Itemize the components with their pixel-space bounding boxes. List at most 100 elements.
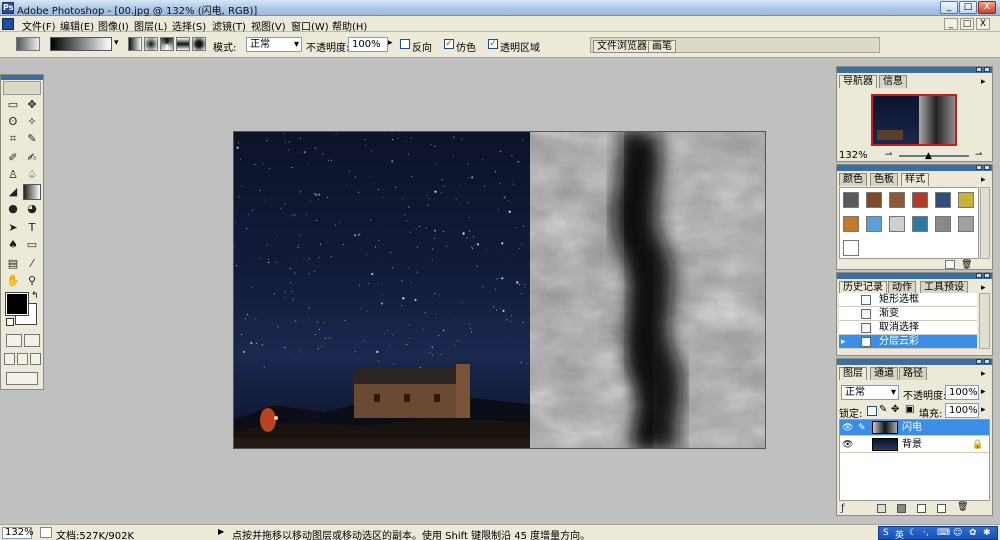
document-size-info[interactable]: 文档:527K/902K (56, 527, 134, 540)
navigator-panel-title-bar[interactable] (837, 67, 992, 73)
panel-close-icon[interactable] (984, 359, 990, 364)
settings-icon[interactable]: ✱ (983, 528, 991, 538)
panel-menu-arrow-icon[interactable]: ▸ (981, 283, 986, 293)
panel-minimize-icon[interactable] (976, 67, 982, 72)
type-tool-icon[interactable]: T (23, 220, 41, 236)
moon-icon[interactable]: ☾ (909, 528, 917, 538)
menu-image[interactable]: 图像(I) (98, 18, 129, 33)
ime-toolbar[interactable]: S 英 ☾ ·, ⌨ ☺ ✿ ✱ (878, 526, 998, 540)
linear-gradient-button[interactable] (128, 37, 142, 51)
clone-stamp-tool-icon[interactable]: ♙ (4, 167, 22, 183)
skin-icon[interactable]: ✿ (969, 528, 977, 538)
dodge-tool-icon[interactable]: ◕ (23, 201, 41, 217)
toolbox-title-bar[interactable] (1, 75, 43, 80)
maximize-button[interactable]: □ (959, 1, 977, 14)
style-swatch[interactable] (889, 192, 905, 208)
move-tool-icon[interactable]: ✥ (23, 97, 41, 113)
gradient-tool-icon[interactable] (23, 184, 41, 200)
full-screen-mode-button[interactable] (30, 353, 41, 365)
zoom-in-icon[interactable]: ⇀ (975, 150, 983, 160)
crop-tool-icon[interactable]: ⌗ (4, 131, 22, 147)
history-item[interactable]: 取消选择 (839, 321, 977, 335)
style-swatch[interactable] (843, 240, 859, 256)
path-selection-tool-icon[interactable]: ➤ (4, 220, 22, 236)
trash-icon[interactable]: 🗑 (961, 260, 972, 270)
new-fill-layer-icon[interactable] (897, 504, 906, 513)
menu-filter[interactable]: 滤镜(T) (212, 18, 246, 33)
history-item[interactable]: 渐变 (839, 307, 977, 321)
lock-paint-icon[interactable]: ✎ (879, 404, 887, 415)
brush-tool-icon[interactable]: ✍ (23, 150, 41, 166)
panel-menu-arrow-icon[interactable]: ▸ (981, 369, 986, 379)
layer-style-icon[interactable]: ƒ (841, 503, 845, 514)
doc-minimize-button[interactable]: _ (944, 18, 958, 30)
zoom-tool-icon[interactable]: ⚲ (23, 273, 41, 289)
default-colors-icon[interactable] (6, 318, 14, 326)
mode-select[interactable]: 正常 ▾ (246, 37, 302, 52)
style-swatch[interactable] (958, 192, 974, 208)
style-swatch[interactable] (958, 216, 974, 232)
pen-tool-icon[interactable]: ♠ (4, 237, 22, 253)
eyedropper-tool-icon[interactable]: ⁄ (23, 256, 41, 272)
slice-tool-icon[interactable]: ✎ (23, 131, 41, 147)
full-screen-menu-mode-button[interactable] (17, 353, 28, 365)
navigator-zoom-value[interactable]: 132% (839, 150, 871, 161)
blend-mode-select[interactable]: 正常 ▾ (841, 385, 899, 400)
style-swatch[interactable] (912, 216, 928, 232)
tab-brushes[interactable]: 画笔 (648, 40, 676, 53)
lock-all-icon[interactable]: ▣ (905, 404, 914, 415)
menu-layer[interactable]: 图层(L) (134, 18, 167, 33)
doc-restore-button[interactable]: □ (960, 18, 974, 30)
panel-close-icon[interactable] (984, 165, 990, 170)
standard-screen-mode-button[interactable] (4, 353, 15, 365)
fill-slider-arrow-icon[interactable]: ▸ (981, 405, 986, 415)
eye-icon[interactable]: 👁 (842, 420, 853, 436)
tab-layers[interactable]: 图层 (839, 367, 867, 380)
document-canvas[interactable] (233, 131, 766, 449)
menu-select[interactable]: 选择(S) (172, 18, 206, 33)
layer-row[interactable]: 👁 背景 🔒 (840, 437, 989, 453)
transparency-checkbox[interactable]: ✓ (488, 39, 498, 49)
keyboard-icon[interactable]: ⌨ (937, 528, 950, 538)
panel-close-icon[interactable] (984, 67, 990, 72)
style-swatch[interactable] (843, 216, 859, 232)
new-layer-icon[interactable] (937, 504, 946, 513)
menu-window[interactable]: 窗口(W) (291, 18, 329, 33)
reverse-checkbox[interactable] (400, 39, 410, 49)
ime-language-label[interactable]: 英 (895, 528, 904, 540)
tab-navigator[interactable]: 导航器 (839, 75, 877, 88)
style-swatch[interactable] (866, 216, 882, 232)
ime-logo-icon[interactable]: S (883, 528, 889, 538)
opacity-slider-arrow-icon[interactable]: ▸ (388, 38, 393, 48)
tool-preset-picker[interactable] (16, 37, 40, 51)
style-swatch[interactable] (935, 216, 951, 232)
lock-move-icon[interactable]: ✥ (891, 404, 899, 415)
styles-panel-title-bar[interactable] (837, 165, 992, 171)
zoom-out-icon[interactable]: ⇀ (885, 150, 893, 160)
user-icon[interactable]: ☺ (953, 528, 962, 538)
notes-tool-icon[interactable]: ▤ (4, 256, 22, 272)
close-button[interactable]: X (978, 1, 996, 14)
quick-mask-mode-button[interactable] (24, 334, 40, 347)
zoom-slider-thumb-icon[interactable]: ▲ (925, 151, 932, 161)
eye-icon[interactable]: 👁 (842, 437, 853, 453)
history-panel-title-bar[interactable] (837, 273, 992, 279)
style-swatch[interactable] (843, 192, 859, 208)
dither-checkbox[interactable]: ✓ (444, 39, 454, 49)
hand-tool-icon[interactable]: ✋ (4, 273, 22, 289)
new-style-icon[interactable] (945, 260, 955, 269)
opacity-input[interactable]: 100% (348, 37, 388, 52)
zoom-slider[interactable] (899, 155, 969, 157)
panel-menu-arrow-icon[interactable]: ▸ (981, 77, 986, 87)
gradient-dropdown-arrow-icon[interactable]: ▾ (114, 38, 119, 48)
history-scrollbar[interactable] (979, 293, 990, 349)
tab-swatches[interactable]: 色板 (870, 173, 898, 186)
tab-file-browser[interactable]: 文件浏览器 (593, 40, 651, 53)
style-swatch[interactable] (889, 216, 905, 232)
panel-minimize-icon[interactable] (976, 273, 982, 278)
add-mask-icon[interactable] (877, 504, 886, 513)
radial-gradient-button[interactable] (144, 37, 158, 51)
tab-paths[interactable]: 路径 (899, 367, 927, 380)
layers-panel-title-bar[interactable] (837, 359, 992, 365)
panel-menu-arrow-icon[interactable]: ▸ (981, 175, 986, 185)
